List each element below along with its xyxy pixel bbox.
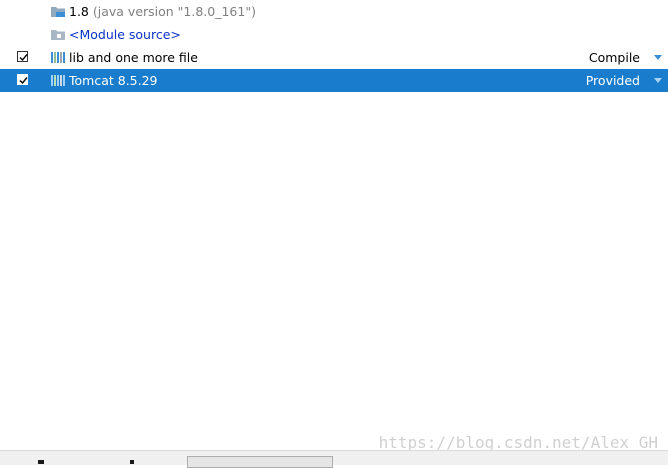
bottom-label-fragment xyxy=(130,460,134,464)
dependency-row-jdk[interactable]: 1.8 (java version "1.8.0_161") xyxy=(0,0,668,23)
dependency-row-lib[interactable]: lib and one more file Compile xyxy=(0,46,668,69)
dependency-row-module-source[interactable]: <Module source> xyxy=(0,23,668,46)
dependency-row-tomcat[interactable]: Tomcat 8.5.29 Provided xyxy=(0,69,668,92)
library-icon xyxy=(50,74,66,87)
chevron-down-icon[interactable] xyxy=(654,55,662,60)
scope-select-lib[interactable]: Compile xyxy=(589,50,640,65)
jdk-label: 1.8 (java version "1.8.0_161") xyxy=(69,4,256,19)
module-source-folder-icon xyxy=(50,28,66,41)
lib-label: lib and one more file xyxy=(69,50,198,65)
chevron-down-icon[interactable] xyxy=(654,78,662,83)
export-checkbox-lib[interactable] xyxy=(17,51,28,62)
bottom-label-fragment xyxy=(38,460,44,464)
module-source-label: <Module source> xyxy=(69,27,181,42)
bottom-toolbar xyxy=(0,450,668,465)
library-icon xyxy=(50,51,66,64)
export-checkbox-tomcat[interactable] xyxy=(17,74,28,85)
jdk-folder-icon xyxy=(50,5,66,18)
scope-select-tomcat[interactable]: Provided xyxy=(586,73,640,88)
tomcat-label: Tomcat 8.5.29 xyxy=(69,73,158,88)
bottom-button[interactable] xyxy=(187,456,333,468)
jdk-version-text: (java version "1.8.0_161") xyxy=(92,4,256,19)
